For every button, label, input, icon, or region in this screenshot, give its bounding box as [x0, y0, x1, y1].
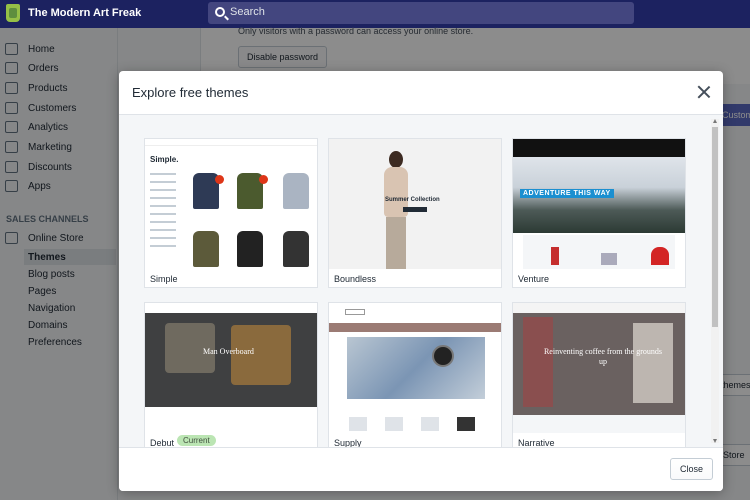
theme-name: Simple [150, 274, 178, 284]
themes-grid: Simple. Simple Summer Collection Boundle… [119, 115, 723, 447]
theme-card-simple[interactable]: Simple. Simple [144, 138, 318, 288]
theme-name: Narrative [518, 438, 555, 447]
theme-card-venture[interactable]: ADVENTURE THIS WAY Venture [512, 138, 686, 288]
close-icon[interactable] [697, 85, 711, 99]
search-icon [215, 7, 225, 17]
scroll-down-icon[interactable] [713, 439, 717, 443]
modal-scrollbar[interactable] [711, 119, 719, 443]
theme-name: Supply [334, 438, 362, 447]
theme-thumb-banner: Reinventing coffee from the grounds up [543, 347, 663, 366]
search-bar[interactable]: Search [208, 2, 634, 24]
theme-card-debut[interactable]: Man Overboard Debut Current [144, 302, 318, 447]
theme-name: Venture [518, 274, 550, 284]
modal-title: Explore free themes [132, 85, 249, 100]
shopify-logo-icon [6, 4, 20, 22]
current-badge: Current [177, 435, 216, 446]
top-bar: The Modern Art Freak Search [0, 0, 750, 28]
theme-thumb-logo: Simple. [150, 155, 179, 164]
search-placeholder: Search [230, 6, 265, 18]
scroll-thumb[interactable] [712, 127, 718, 327]
theme-preview-image [329, 303, 501, 433]
modal-header: Explore free themes [119, 71, 723, 115]
scroll-up-icon[interactable] [713, 119, 717, 123]
theme-name: Debut [150, 438, 175, 447]
modal-footer: Close [119, 447, 723, 491]
theme-name: Boundless [334, 274, 377, 284]
theme-preview-image: Man Overboard [145, 303, 317, 433]
close-button[interactable]: Close [670, 458, 713, 480]
theme-preview-image: Reinventing coffee from the grounds up [513, 303, 685, 433]
theme-preview-image: Summer Collection [329, 139, 501, 269]
theme-thumb-banner: Summer Collection [385, 197, 440, 203]
theme-card-supply[interactable]: Supply [328, 302, 502, 447]
theme-thumb-banner: Man Overboard [203, 347, 254, 356]
theme-card-narrative[interactable]: Reinventing coffee from the grounds up N… [512, 302, 686, 447]
theme-preview-image: Simple. [145, 139, 317, 269]
explore-themes-modal: Explore free themes Simple. Simple Summe… [119, 71, 723, 491]
theme-card-boundless[interactable]: Summer Collection Boundless [328, 138, 502, 288]
theme-preview-image: ADVENTURE THIS WAY [513, 139, 685, 269]
theme-thumb-banner: ADVENTURE THIS WAY [520, 189, 614, 198]
store-name[interactable]: The Modern Art Freak [28, 7, 141, 19]
